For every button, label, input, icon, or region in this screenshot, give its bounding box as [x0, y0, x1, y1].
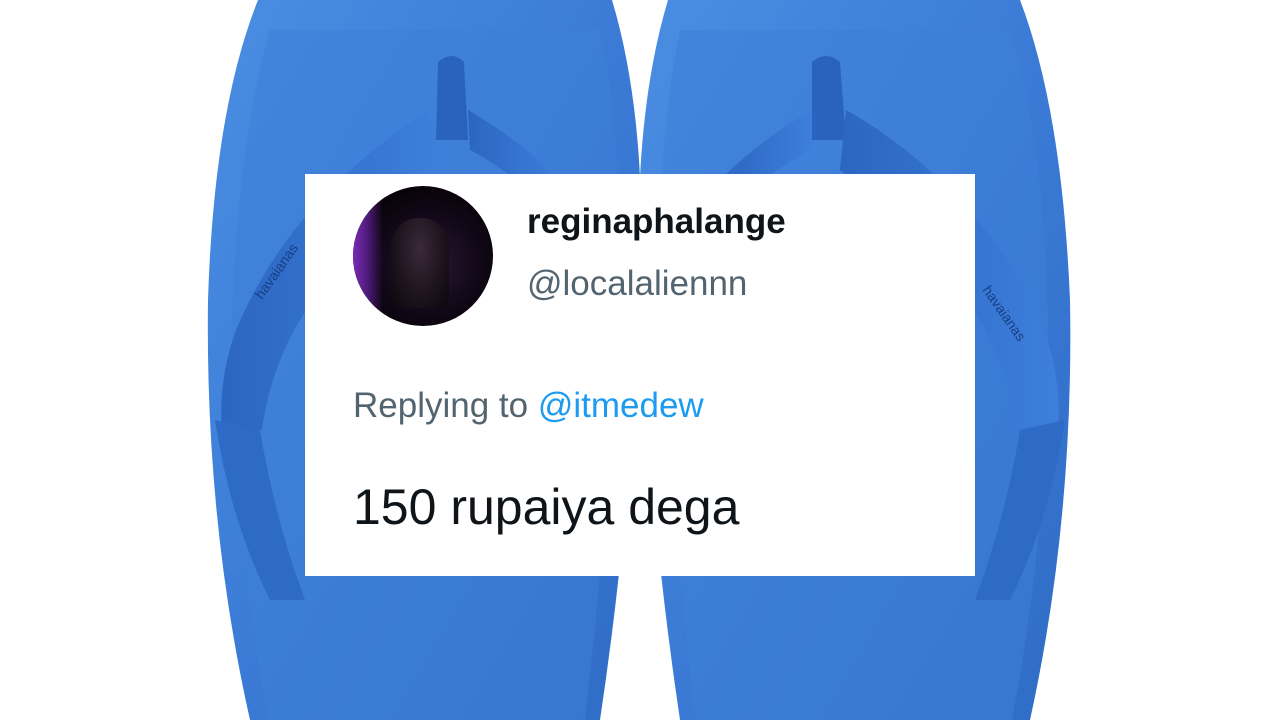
- replying-to-label: Replying to: [353, 386, 529, 425]
- avatar[interactable]: [353, 186, 493, 326]
- avatar-purple-light: [353, 186, 383, 326]
- tweet-card: reginaphalange @localaliennn Replying to…: [305, 174, 975, 576]
- replying-to-handle-link[interactable]: @itmedew: [538, 386, 704, 425]
- tweet-handle[interactable]: @localaliennn: [527, 264, 747, 304]
- avatar-silhouette: [391, 218, 449, 308]
- tweet-display-name[interactable]: reginaphalange: [527, 202, 786, 242]
- tweet-text: 150 rupaiya dega: [353, 479, 740, 535]
- meme-image: havaianas havaianas reginaphalange @loca…: [0, 0, 1280, 720]
- left-toe-post: [436, 56, 468, 140]
- replying-to-line: Replying to @itmedew: [353, 386, 704, 426]
